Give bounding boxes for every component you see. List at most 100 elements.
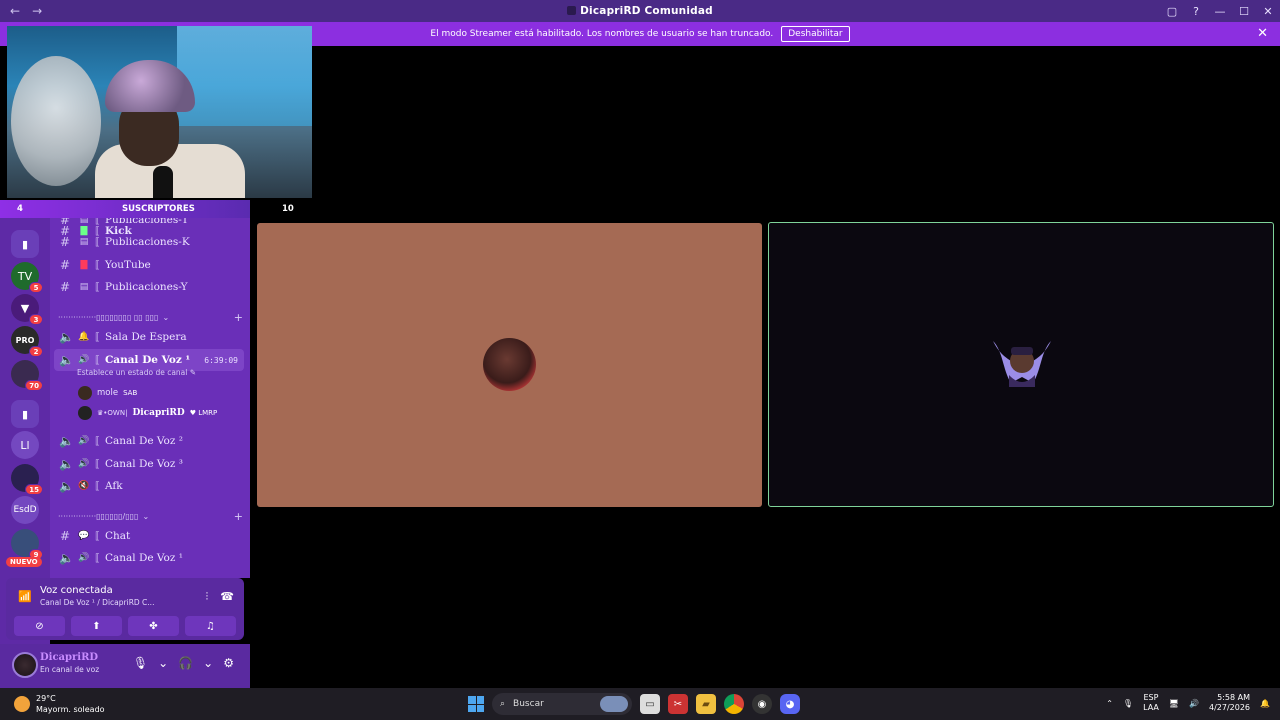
channel-name: Canal De Voz ³	[104, 458, 183, 470]
avatar	[78, 406, 92, 420]
disable-streamer-button[interactable]: Deshabilitar	[781, 26, 850, 42]
server-avatar[interactable]: 15	[11, 464, 43, 495]
add-channel-icon[interactable]: +	[234, 311, 243, 324]
user-tag: SAB	[123, 389, 138, 397]
category-label: ···············▯▯▯▯▯▯▯▯ ▯▯ ▯▯▯	[58, 312, 159, 322]
maximize-button[interactable]: ☐	[1232, 5, 1256, 18]
server-badge: 3	[29, 314, 43, 325]
channel-publicaciones-k[interactable]: # ▤ ⟦ Publicaciones-K	[50, 231, 250, 253]
news-icon: ▤	[79, 282, 89, 292]
channel-status[interactable]: Establece un estado de canal ✎	[77, 368, 196, 377]
user-tag: ♥ LMRP	[189, 409, 218, 417]
server-pro[interactable]: PRO 2	[11, 326, 43, 357]
speaker-icon: 🔊	[78, 459, 90, 469]
noise-suppression-icon[interactable]: ⫶	[206, 590, 209, 604]
bracket-icon: ⟦	[95, 281, 100, 293]
window-title-text: DicapriRD Comunidad	[580, 5, 713, 17]
category-chat[interactable]: ···············▯▯▯▯▯▯/▯▯▯ ⌄ +	[58, 509, 243, 523]
voice-afk[interactable]: 🔈 🔇 ⟦ Afk	[50, 475, 250, 497]
subscriber-count-left: 4	[17, 204, 23, 214]
weather-text: Mayorm. soleado	[36, 705, 105, 714]
server-icon	[567, 6, 577, 15]
server-badge: 15	[25, 484, 43, 495]
video-tile-2[interactable]	[768, 222, 1274, 507]
voice-sala-espera[interactable]: 🔈 🔔 ⟦ Sala De Espera	[50, 326, 250, 348]
weather-widget[interactable]: 29°C Mayorm. soleado	[14, 693, 105, 715]
news-icon: ▤	[79, 237, 89, 247]
snipping-tool-icon[interactable]: ✂	[668, 694, 688, 714]
clock[interactable]: 5:58 AM 4/27/2026	[1209, 693, 1250, 713]
channel-publicaciones-y[interactable]: # ▤ ⟦ Publicaciones-Y	[50, 276, 250, 298]
close-banner-icon[interactable]: ✕	[1257, 26, 1268, 41]
server-badge: 70	[25, 380, 43, 391]
signal-icon[interactable]: 📶	[18, 590, 32, 603]
screen-share-button[interactable]: ⬆	[71, 616, 122, 636]
gear-icon[interactable]: ⚙	[223, 656, 234, 670]
category-label: ···············▯▯▯▯▯▯/▯▯▯	[58, 511, 139, 521]
video-tile-1[interactable]	[257, 223, 762, 507]
user-panel-name[interactable]: DicapriRD	[40, 652, 98, 663]
channel-name: Publicaciones-Y	[104, 281, 188, 293]
taskbar-search[interactable]: ⌕ Buscar	[492, 693, 632, 715]
inbox-icon[interactable]: ▢	[1160, 5, 1184, 18]
chevron-down-icon: ⌄	[162, 312, 170, 322]
user-name: mole	[97, 388, 119, 398]
volume-icon[interactable]: 🔊	[1189, 699, 1199, 708]
microphone-icon[interactable]: 🎙	[133, 656, 148, 670]
windows-start-icon[interactable]	[468, 696, 484, 712]
bracket-icon: ⟦	[95, 458, 100, 470]
voice-connected-channel[interactable]: Canal De Voz ¹ / DicapriRD C...	[40, 598, 154, 607]
language-indicator[interactable]: ESP LAA	[1143, 693, 1159, 713]
network-icon[interactable]: 🖥	[1169, 699, 1179, 708]
fan-image	[11, 56, 101, 186]
server-label: PRO	[15, 335, 35, 345]
help-icon[interactable]: ?	[1184, 5, 1208, 18]
user-avatar[interactable]	[12, 652, 38, 678]
category-voice[interactable]: ···············▯▯▯▯▯▯▯▯ ▯▯ ▯▯▯ ⌄ +	[58, 310, 243, 324]
close-window-button[interactable]: ✕	[1256, 5, 1280, 18]
channel-youtube[interactable]: # ▇ ⟦ YouTube	[50, 254, 250, 276]
chevron-down-icon[interactable]: ⌄	[203, 656, 213, 670]
channel-list: # ▤ ⟦ Publicaciones-T # ▇ ⟦ Kick # ▤ ⟦ Publicacio…	[50, 218, 250, 578]
discord-icon[interactable]: ◕	[780, 694, 800, 714]
channel-chat[interactable]: # 💬 ⟦ Chat	[50, 525, 250, 547]
taskbar-apps: ⌕ Buscar ▭ ✂ ▰ ◉ ◕	[468, 693, 800, 715]
soundboard-button[interactable]: ♫	[185, 616, 236, 636]
server-folder-icon[interactable]: ▮	[11, 400, 39, 428]
obs-icon[interactable]: ◉	[752, 694, 772, 714]
microphone-tray-icon[interactable]: 🎙	[1123, 699, 1133, 708]
activities-button[interactable]: ✤	[128, 616, 179, 636]
chevron-up-icon[interactable]: ⌃	[1106, 699, 1113, 708]
disconnect-icon[interactable]: ☎	[220, 590, 234, 604]
server-ll[interactable]: Ll	[11, 431, 39, 459]
voice-user[interactable]: ♛•OWN| DicapriRD ♥ LMRP	[78, 404, 217, 422]
file-explorer-icon[interactable]: ▰	[696, 694, 716, 714]
minimize-button[interactable]: —	[1208, 5, 1232, 18]
server-new[interactable]: 9	[11, 529, 43, 560]
voice-canal-de-voz-3[interactable]: 🔈 🔊 ⟦ Canal De Voz ³	[50, 453, 250, 475]
server-folder-icon[interactable]: ▮	[11, 230, 39, 258]
date: 4/27/2026	[1209, 703, 1251, 712]
voice-canal-de-voz-1b[interactable]: 🔈 🔊 ⟦ Canal De Voz ¹	[50, 547, 250, 569]
task-view-icon[interactable]: ▭	[640, 694, 660, 714]
add-channel-icon[interactable]: +	[234, 510, 243, 523]
server-triangle[interactable]: ▼ 3	[11, 294, 43, 325]
system-tray: ⌃ 🎙 ESP LAA 🖥 🔊 5:58 AM 4/27/2026 🔔	[1106, 693, 1270, 713]
voice-canal-de-voz-2[interactable]: 🔈 🔊 ⟦ Canal De Voz ²	[50, 430, 250, 452]
server-group[interactable]: 70	[11, 360, 43, 391]
server-tv[interactable]: TV 5	[11, 262, 43, 293]
server-esdd[interactable]: EsdD	[11, 496, 39, 524]
headphones-icon[interactable]: 🎧	[178, 656, 193, 670]
user-prefix: ♛•OWN|	[97, 409, 128, 417]
youtube-icon: ▇	[80, 260, 88, 270]
window-title: DicapriRD Comunidad	[0, 5, 1280, 17]
camera-off-button[interactable]: ⊘	[14, 616, 65, 636]
chrome-icon[interactable]	[724, 694, 744, 714]
speaker-icon: 🔊	[78, 355, 90, 365]
voice-user[interactable]: mole SAB	[78, 384, 137, 402]
user-controls: 🎙 ⌄ 🎧 ⌄ ⚙	[133, 656, 234, 670]
notification-bell-icon[interactable]: 🔔	[1260, 699, 1270, 708]
speaker-icon: 🔊	[78, 436, 90, 446]
participant-avatar	[993, 341, 1051, 387]
chevron-down-icon[interactable]: ⌄	[158, 656, 168, 670]
